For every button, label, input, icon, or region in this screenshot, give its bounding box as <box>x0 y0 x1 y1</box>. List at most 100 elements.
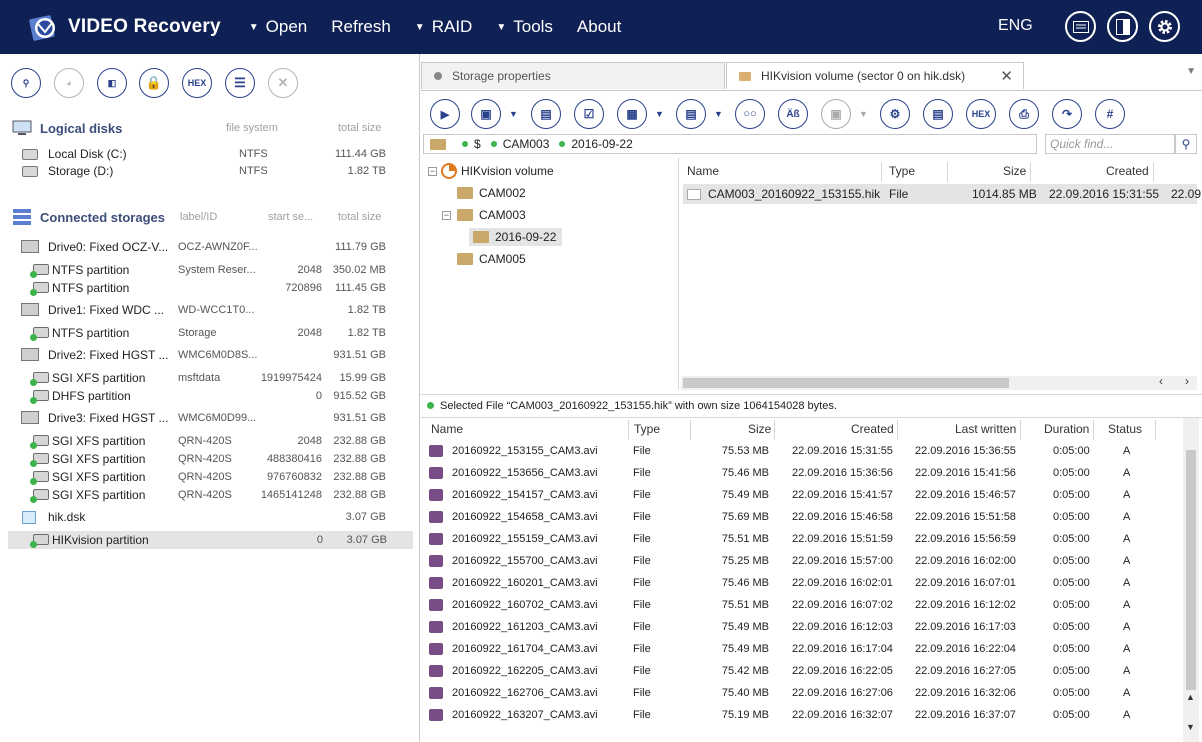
table-row[interactable]: 20160922_162706_CAM3.avi File 75.40 MB 22.0… <box>421 682 1181 704</box>
scrollbar-thumb[interactable] <box>1186 450 1196 690</box>
preview-button[interactable]: ▶ <box>430 99 460 129</box>
scroll-down-icon[interactable]: ▼ <box>1186 722 1195 732</box>
quick-find-input[interactable]: Quick find... <box>1045 134 1175 154</box>
tab-storage-properties[interactable]: Storage properties <box>421 62 725 89</box>
table-row[interactable]: 20160922_153155_CAM3.avi File 75.53 MB 22.0… <box>421 440 1181 462</box>
hex-view-button[interactable]: HEX <box>966 99 996 129</box>
partition-row[interactable]: NTFS partition 720896 111.45 GB <box>0 279 420 297</box>
close-storage-button[interactable]: ✕ <box>268 68 298 98</box>
save-dropdown-icon[interactable]: ▼ <box>509 109 518 119</box>
save-file-button[interactable]: ▤ <box>923 99 953 129</box>
path-segment[interactable]: CAM003 <box>503 137 550 151</box>
explore-button[interactable]: ⚲ <box>11 68 41 98</box>
settings-button[interactable] <box>1149 11 1180 42</box>
table-row[interactable]: 20160922_160201_CAM3.avi File 75.46 MB 22.0… <box>421 572 1181 594</box>
table-row[interactable]: 20160922_154658_CAM3.avi File 75.69 MB 22.0… <box>421 506 1181 528</box>
encoding-button[interactable]: Äß <box>778 99 808 129</box>
scrollbar-thumb[interactable] <box>683 378 1009 388</box>
path-root[interactable]: $ <box>474 137 481 151</box>
partition-row[interactable]: DHFS partition 0 915.52 GB <box>0 387 420 405</box>
col-name[interactable]: Name <box>431 422 463 436</box>
search-icon[interactable]: ⚲ <box>1175 134 1197 154</box>
storage-drive-row[interactable]: Drive1: Fixed WDC ... WD-WCC1T0... 1.82 … <box>0 301 420 319</box>
print-button[interactable]: ⎙ <box>1009 99 1039 129</box>
col-type[interactable]: Type <box>889 164 915 178</box>
menu-raid[interactable]: ▼ RAID <box>415 17 473 37</box>
properties-button[interactable]: ☰ <box>225 68 255 98</box>
file-settings-button[interactable]: ⚙ <box>880 99 910 129</box>
table-row[interactable]: 20160922_160702_CAM3.avi File 75.51 MB 22.0… <box>421 594 1181 616</box>
col-type[interactable]: Type <box>634 422 660 436</box>
col-last-written[interactable]: Last written <box>955 422 1016 436</box>
col-created[interactable]: Created <box>851 422 894 436</box>
tabs-dropdown-icon[interactable]: ▼ <box>1186 66 1196 77</box>
partition-row[interactable]: SGI XFS partition QRN-420S 488380416 232… <box>0 450 420 468</box>
create-image-button[interactable]: ◧ <box>97 68 127 98</box>
tree-node-cam005[interactable]: CAM005 <box>457 250 526 268</box>
checklist-button[interactable]: ☑ <box>574 99 604 129</box>
table-row[interactable]: 20160922_155159_CAM3.avi File 75.51 MB 22.0… <box>421 528 1181 550</box>
path-breadcrumb[interactable]: $ CAM003 2016-09-22 <box>423 134 1037 154</box>
thumbnails-dropdown-icon[interactable]: ▼ <box>859 109 868 119</box>
storage-drive-row[interactable]: Drive0: Fixed OCZ-V... OCZ-AWNZ0F... 111… <box>0 238 420 256</box>
partition-row-selected[interactable]: HIKvision partition 0 3.07 GB <box>8 531 413 549</box>
disk-image-row[interactable]: hik.dsk 3.07 GB <box>0 508 420 526</box>
layout-button[interactable]: ▤ <box>676 99 706 129</box>
view-dropdown-icon[interactable]: ▼ <box>655 109 664 119</box>
log-button[interactable] <box>1065 11 1096 42</box>
close-tab-icon[interactable]: ✕ <box>1000 67 1013 85</box>
collapse-icon[interactable]: − <box>442 211 451 220</box>
col-status[interactable]: Status <box>1108 422 1142 436</box>
storage-drive-row[interactable]: Drive2: Fixed HGST ... WMC6M0D8S... 931.… <box>0 346 420 364</box>
vertical-scrollbar[interactable]: ▲ ▼ <box>1183 418 1199 742</box>
menu-tools[interactable]: ▼ Tools <box>496 17 553 37</box>
tree-node-2016-09-22[interactable]: 2016-09-22 <box>469 228 563 246</box>
tree-node-volume[interactable]: HIKvision volume <box>441 162 554 180</box>
hex-button[interactable]: HEX <box>182 68 212 98</box>
scroll-left-icon[interactable]: ‹ <box>1159 374 1163 388</box>
tab-hikvision-volume[interactable]: HIKvision volume (sector 0 on hik.dsk) ✕ <box>726 62 1024 89</box>
horizontal-scrollbar[interactable]: ‹ › <box>681 374 1197 390</box>
table-row[interactable]: 20160922_155700_CAM3.avi File 75.25 MB 22.0… <box>421 550 1181 572</box>
scan-button[interactable]: ◕ <box>54 68 84 98</box>
partition-row[interactable]: SGI XFS partition QRN-420S 1465141248 23… <box>0 486 420 504</box>
logical-disk-item[interactable]: Storage (D:) NTFS 1.82 TB <box>0 162 420 180</box>
col-created[interactable]: Created <box>1106 164 1149 178</box>
col-name[interactable]: Name <box>687 164 719 178</box>
storage-drive-row[interactable]: Drive3: Fixed HGST ... WMC6M0D99... 931.… <box>0 409 420 427</box>
find-button[interactable]: ○○ <box>735 99 765 129</box>
tree-node-cam002[interactable]: CAM002 <box>457 184 526 202</box>
partition-row[interactable]: NTFS partition System Reser... 2048 350.… <box>0 261 420 279</box>
language-selector[interactable]: ENG <box>998 17 1033 35</box>
partition-row[interactable]: SGI XFS partition msftdata 1919975424 15… <box>0 369 420 387</box>
thumbnails-button[interactable]: ▣ <box>821 99 851 129</box>
panel-toggle-button[interactable] <box>1107 11 1138 42</box>
save-all-button[interactable]: ▤ <box>531 99 561 129</box>
view-button[interactable]: ▦ <box>617 99 647 129</box>
col-duration[interactable]: Duration <box>1044 422 1089 436</box>
export-button[interactable]: ↷ <box>1052 99 1082 129</box>
menu-refresh[interactable]: Refresh <box>331 17 391 37</box>
table-row[interactable]: 20160922_153656_CAM3.avi File 75.46 MB 22.0… <box>421 462 1181 484</box>
logical-disk-item[interactable]: Local Disk (C:) NTFS 111.44 GB <box>0 145 420 163</box>
hash-button[interactable]: # <box>1095 99 1125 129</box>
scroll-right-icon[interactable]: › <box>1185 374 1189 388</box>
table-row[interactable]: 20160922_154157_CAM3.avi File 75.49 MB 22.0… <box>421 484 1181 506</box>
partition-row[interactable]: SGI XFS partition QRN-420S 2048 232.88 G… <box>0 432 420 450</box>
tree-node-cam003[interactable]: CAM003 <box>457 206 526 224</box>
file-row[interactable]: CAM003_20160922_153155.hik File 1014.85 … <box>683 184 1201 204</box>
col-size[interactable]: Size <box>748 422 771 436</box>
scroll-up-icon[interactable]: ▲ <box>1186 692 1195 702</box>
col-size[interactable]: Size <box>1003 164 1026 178</box>
table-row[interactable]: 20160922_162205_CAM3.avi File 75.42 MB 22.0… <box>421 660 1181 682</box>
menu-open[interactable]: ▼ Open <box>249 17 308 37</box>
partition-row[interactable]: NTFS partition Storage 2048 1.82 TB <box>0 324 420 342</box>
save-button[interactable]: ▣ <box>471 99 501 129</box>
layout-dropdown-icon[interactable]: ▼ <box>714 109 723 119</box>
table-row[interactable]: 20160922_163207_CAM3.avi File 75.19 MB 22.0… <box>421 704 1181 726</box>
partition-row[interactable]: SGI XFS partition QRN-420S 976760832 232… <box>0 468 420 486</box>
path-segment[interactable]: 2016-09-22 <box>571 137 632 151</box>
table-row[interactable]: 20160922_161704_CAM3.avi File 75.49 MB 22.0… <box>421 638 1181 660</box>
collapse-icon[interactable]: − <box>428 167 437 176</box>
decrypt-button[interactable]: 🔒 <box>139 68 169 98</box>
